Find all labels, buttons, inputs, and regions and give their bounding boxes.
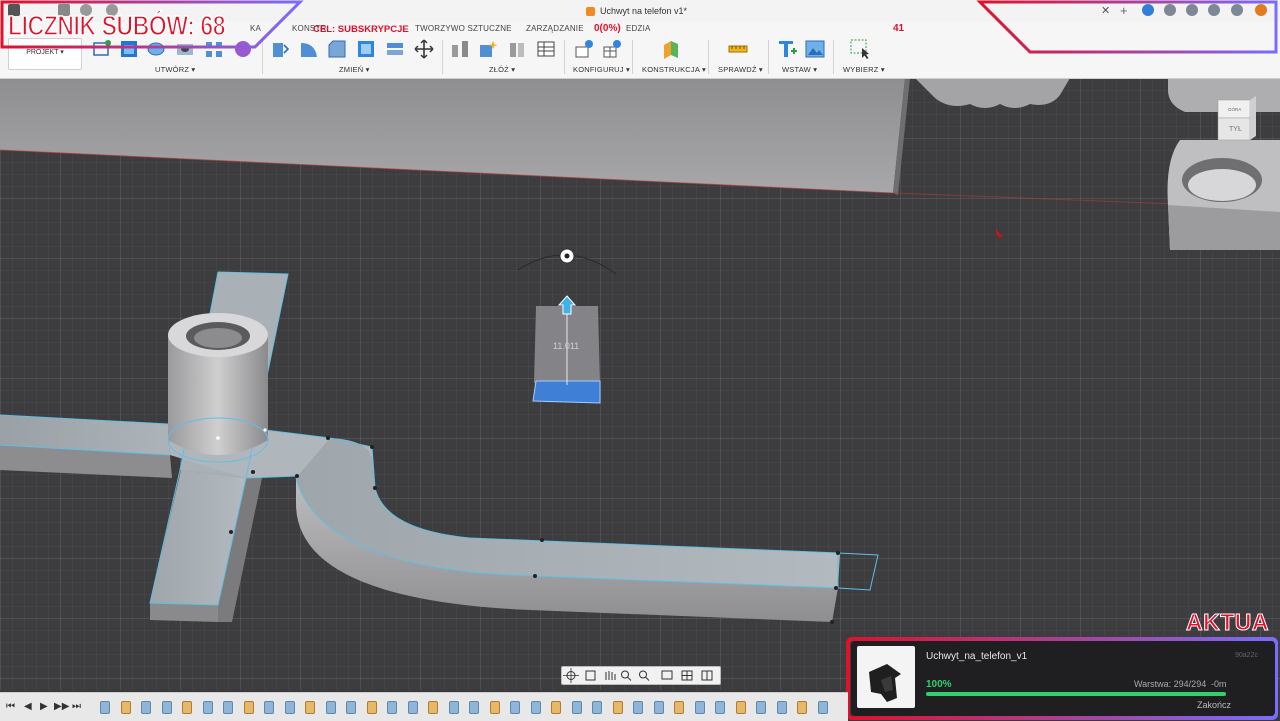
timeline: ⏮ ◀ ▶ ▶▶ ⏭	[0, 692, 848, 721]
stream-overlay-frame	[0, 0, 1280, 720]
print-code: 90a22c	[1235, 652, 1258, 659]
timeline-step[interactable]	[449, 701, 459, 714]
timeline-step[interactable]	[367, 701, 377, 714]
timeline-step[interactable]	[305, 701, 315, 714]
timeline-step[interactable]	[572, 701, 582, 714]
timeline-step[interactable]	[223, 701, 233, 714]
timeline-step[interactable]	[510, 701, 520, 714]
timeline-step[interactable]	[674, 701, 684, 714]
timeline-step[interactable]	[121, 701, 131, 714]
timeline-step[interactable]	[264, 701, 274, 714]
navigation-bar	[561, 666, 721, 685]
print-progress-fill	[926, 692, 1226, 696]
timeline-first-button[interactable]: ⏮	[6, 701, 15, 712]
print-layer: Warstwa: 294/294	[1134, 679, 1206, 689]
timeline-step[interactable]	[469, 701, 479, 714]
timeline-step[interactable]	[633, 701, 643, 714]
timeline-last-button[interactable]: ⏭	[72, 701, 81, 712]
timeline-step[interactable]	[428, 701, 438, 714]
goal-percent: 0(0%)	[594, 23, 621, 34]
timeline-next-button[interactable]: ▶▶	[54, 701, 69, 712]
timeline-step[interactable]	[818, 701, 828, 714]
timeline-step[interactable]	[797, 701, 807, 714]
timeline-step[interactable]	[777, 701, 787, 714]
zoom-icon[interactable]	[622, 671, 632, 681]
timeline-step[interactable]	[695, 701, 705, 714]
timeline-step[interactable]	[654, 701, 664, 714]
timeline-step[interactable]	[100, 701, 110, 714]
print-progress-bar	[926, 692, 1226, 696]
timeline-step[interactable]	[326, 701, 336, 714]
timeline-step[interactable]	[244, 701, 254, 714]
look-at-icon[interactable]	[586, 671, 595, 680]
print-file-name: Uchwyt_na_telefon_v1	[926, 651, 1027, 662]
timeline-step[interactable]	[408, 701, 418, 714]
orbit-icon[interactable]	[563, 668, 579, 683]
print-remaining-time: -0m	[1211, 679, 1227, 689]
timeline-step[interactable]	[613, 701, 623, 714]
timeline-step[interactable]	[736, 701, 746, 714]
timeline-step[interactable]	[531, 701, 541, 714]
timeline-step[interactable]	[756, 701, 766, 714]
grid-settings-icon[interactable]	[682, 671, 692, 680]
timeline-step[interactable]	[490, 701, 500, 714]
timeline-step[interactable]	[551, 701, 561, 714]
goal-label: CEL: SUBSKRYPCJE	[313, 24, 409, 35]
timeline-step[interactable]	[592, 701, 602, 714]
timeline-prev-button[interactable]: ◀	[24, 701, 32, 712]
timeline-step[interactable]	[285, 701, 295, 714]
banner-text: AKTUA	[1186, 609, 1269, 636]
timeline-step[interactable]	[346, 701, 356, 714]
timeline-step[interactable]	[182, 701, 192, 714]
display-settings-icon[interactable]	[662, 671, 672, 679]
timeline-step[interactable]	[162, 701, 172, 714]
finish-button[interactable]: Zakończ	[1197, 700, 1231, 710]
timeline-step[interactable]	[141, 701, 151, 714]
fit-icon[interactable]	[640, 671, 650, 681]
sub-counter: LICZNIK SUBÓW: 68	[8, 10, 225, 42]
timeline-step[interactable]	[715, 701, 725, 714]
timeline-step[interactable]	[203, 701, 213, 714]
goal-value: 41	[893, 23, 904, 34]
viewports-icon[interactable]	[702, 671, 712, 680]
print-thumbnail	[857, 646, 915, 708]
print-progress-label: 100%	[926, 679, 952, 690]
timeline-step[interactable]	[387, 701, 397, 714]
pan-icon[interactable]	[606, 671, 615, 680]
timeline-play-button[interactable]: ▶	[40, 701, 48, 712]
